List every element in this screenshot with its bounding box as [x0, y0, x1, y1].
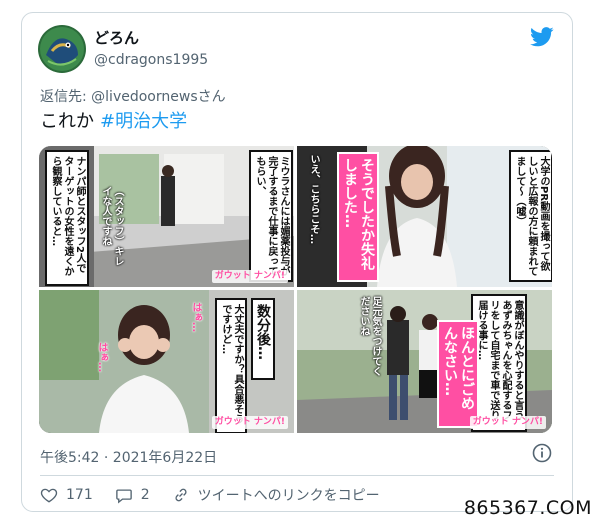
tweet-timestamp[interactable]: 午後5:42 · 2021年6月22日 [40, 447, 217, 467]
heart-icon [40, 488, 58, 503]
watermark: 865367.COM [463, 497, 592, 519]
tweet-text: これか #明治大学 [40, 110, 187, 134]
copy-link-label: ツイートへのリンクをコピー [197, 488, 380, 504]
hashtag-link[interactable]: #明治大学 [100, 111, 187, 132]
caption-box: 数分後… [251, 298, 275, 380]
like-button[interactable]: 171 [40, 486, 93, 504]
link-icon [175, 488, 187, 502]
avatar[interactable] [38, 25, 86, 73]
display-name[interactable]: どろん [94, 29, 139, 47]
show-logo: ガウット ナンパ! [211, 416, 288, 429]
copy-link-button[interactable]: ツイートへのリンクをコピー [172, 485, 380, 505]
pink-caption: そうでしたか失礼しました… [337, 152, 379, 282]
caption-text: （スタッフ）キレイな人ですね [100, 186, 123, 266]
reply-button[interactable]: 2 [115, 486, 150, 504]
caption-text: はぁ… [96, 342, 107, 372]
reply-prefix: 返信先: [40, 89, 92, 105]
media-panel-4[interactable]: 意識がぼんやりすると言うあずみちゃんを心配するフリをして自宅まで車で送り届ける事… [297, 290, 552, 433]
caption-box: ミウラさんには媚薬投与が完了するまで仕事に戻ってもらい、 [249, 150, 293, 282]
media-grid[interactable]: ミウラさんには媚薬投与が完了するまで仕事に戻ってもらい、 ナンパ師とスタッフ2人… [39, 146, 552, 433]
reply-count: 2 [140, 487, 150, 503]
media-panel-1[interactable]: ミウラさんには媚薬投与が完了するまで仕事に戻ってもらい、 ナンパ師とスタッフ2人… [39, 146, 294, 287]
caption-box: ナンパ師とスタッフ2人でターゲットの女性を遠くから観察していると… [45, 150, 89, 286]
media-panel-2[interactable]: 大学のPR動画を撮って欲しいと広報の方に頼まれてまして〜（嘘） そうでしたか失礼… [297, 146, 552, 287]
caption-box: 大学のPR動画を撮って欲しいと広報の方に頼まれてまして〜（嘘） [509, 150, 552, 282]
reply-suffix: さん [197, 89, 226, 105]
caption-text: いえ、こちらこそ… [308, 154, 319, 244]
reply-bubble-icon [115, 489, 132, 504]
twitter-bird-icon[interactable] [530, 27, 554, 47]
tweet-body: これか [40, 111, 94, 132]
divider [40, 475, 554, 476]
reply-to: 返信先: @livedoornewsさん [40, 86, 226, 106]
like-count: 171 [66, 487, 93, 503]
caption-box: 大丈夫ですか？具合悪そうですけど… [215, 298, 247, 433]
dragon-avatar-icon [38, 25, 86, 73]
user-handle[interactable]: @cdragons1995 [94, 51, 208, 69]
caption-text: 足元気をつけてくださいね [358, 296, 381, 376]
info-icon[interactable] [532, 443, 552, 463]
caption-box: 意識がぼんやりすると言うあずみちゃんを心配するフリをして自宅まで車で送り届ける事… [471, 294, 527, 432]
show-logo: ガウット ナンパ! [211, 270, 288, 283]
caption-text: はぁ… [190, 302, 201, 332]
media-panel-3[interactable]: 数分後… 大丈夫ですか？具合悪そうですけど… はぁ… はぁ… ガウット ナンパ! [39, 290, 294, 433]
show-logo: ガウット ナンパ! [469, 416, 546, 429]
pink-caption: ほんとにごめんなさい… [437, 320, 479, 428]
action-bar: 171 2 ツイートへのリンクをコピー [40, 485, 402, 505]
reply-target-link[interactable]: @livedoornews [91, 89, 197, 105]
tweet-card: どろん @cdragons1995 返信先: @livedoornewsさん こ… [21, 12, 573, 512]
